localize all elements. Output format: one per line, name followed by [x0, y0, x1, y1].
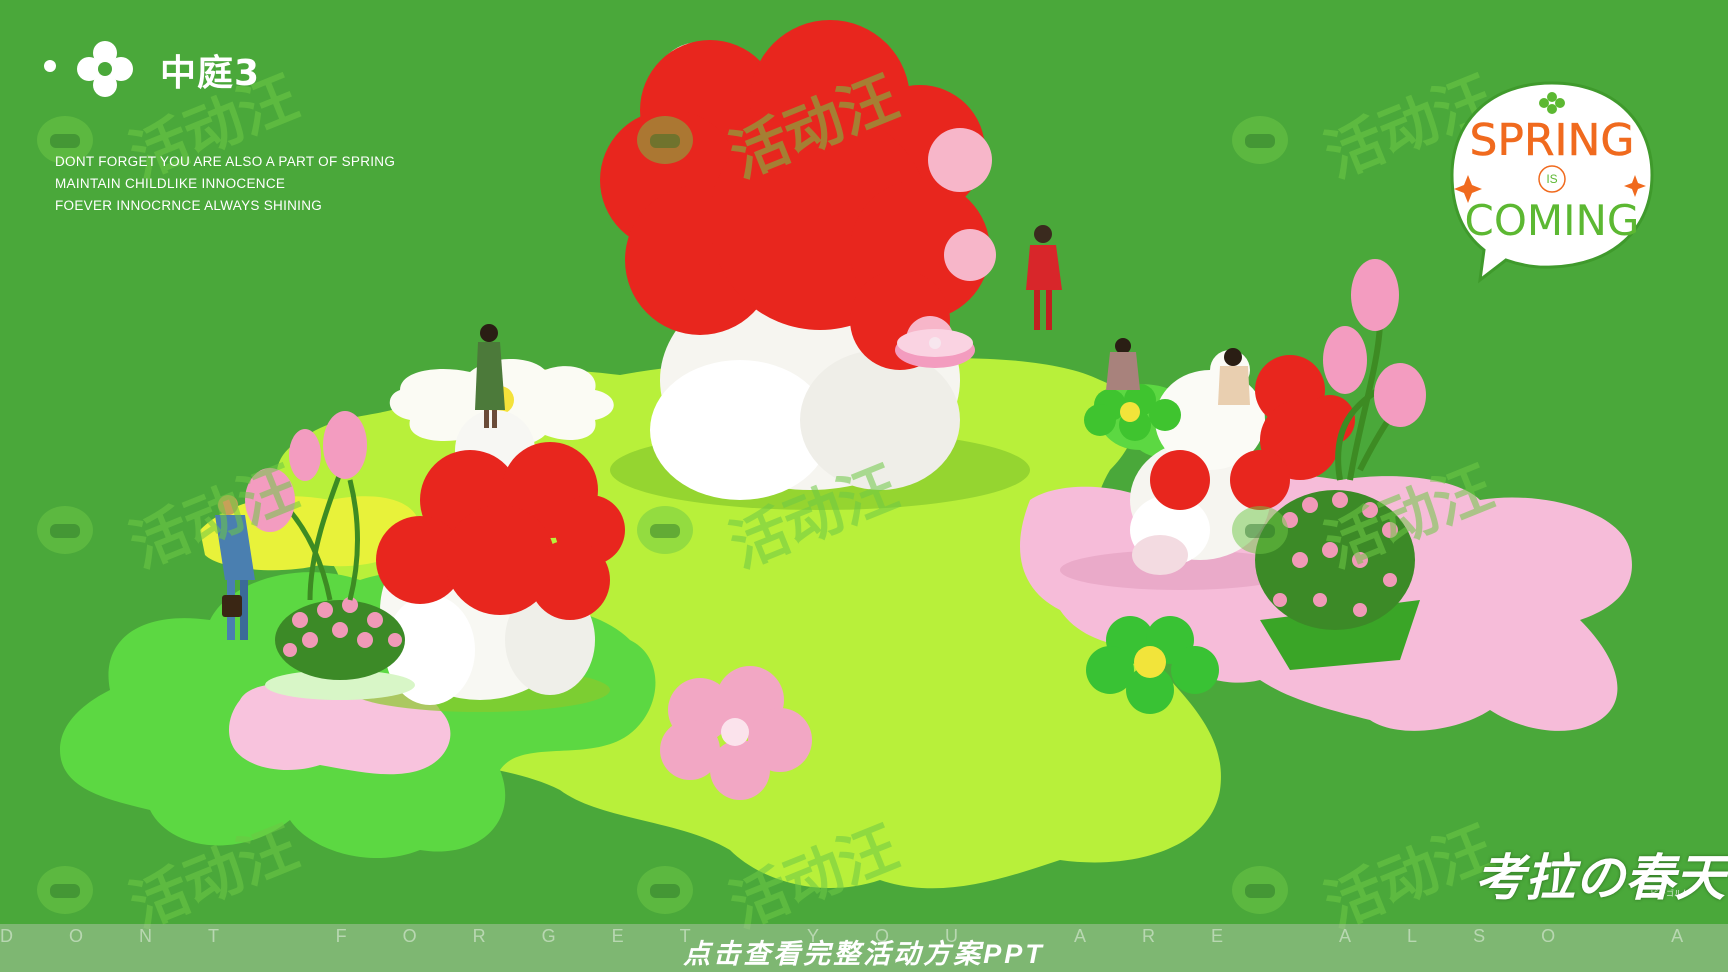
koala-spring-subtext: ピーゴルケ — [1650, 889, 1690, 898]
visitor-red-coat — [1026, 225, 1062, 330]
koala-spring-logo-text: 考拉の春天 — [1475, 848, 1725, 907]
visitor-seated-left — [1106, 338, 1140, 390]
flower-logo-icon — [77, 41, 133, 97]
watermark-mascot-icon — [37, 866, 93, 914]
render-canvas: 活动汪 活动汪 活动汪 活动汪 活动汪 活动汪 活动汪 活动汪 活动汪 中庭3 … — [0, 0, 1728, 972]
watermark-mascot-icon — [637, 116, 693, 164]
watermark-mascot-icon — [1232, 116, 1288, 164]
badge-coming-text: COMING — [1465, 196, 1640, 245]
watermark-mascot-icon — [1232, 866, 1288, 914]
watermark-mascot-icon — [37, 506, 93, 554]
bullet-dot-icon — [44, 60, 56, 72]
slogan-line-1: DONT FORGET YOU ARE ALSO A PART OF SPRIN… — [55, 154, 396, 169]
area-title: 中庭3 — [160, 53, 261, 94]
watermark-mascot-icon — [637, 866, 693, 914]
view-full-plan-link[interactable]: 点击查看完整活动方案PPT — [0, 932, 1728, 971]
watermark-mascot-icon — [1232, 506, 1288, 554]
pink-flower-seat-top — [895, 329, 975, 368]
badge-is-text: IS — [1546, 172, 1557, 186]
slogan-line-3: FOEVER INNOCRNCE ALWAYS SHINING — [55, 198, 323, 213]
badge-spring-text: SPRING — [1469, 115, 1634, 166]
watermark-mascot-icon — [637, 506, 693, 554]
spring-is-coming-badge: SPRING IS COMING — [1450, 81, 1654, 284]
slogan-line-2: MAINTAIN CHILDLIKE INNOCENCE — [55, 176, 286, 191]
